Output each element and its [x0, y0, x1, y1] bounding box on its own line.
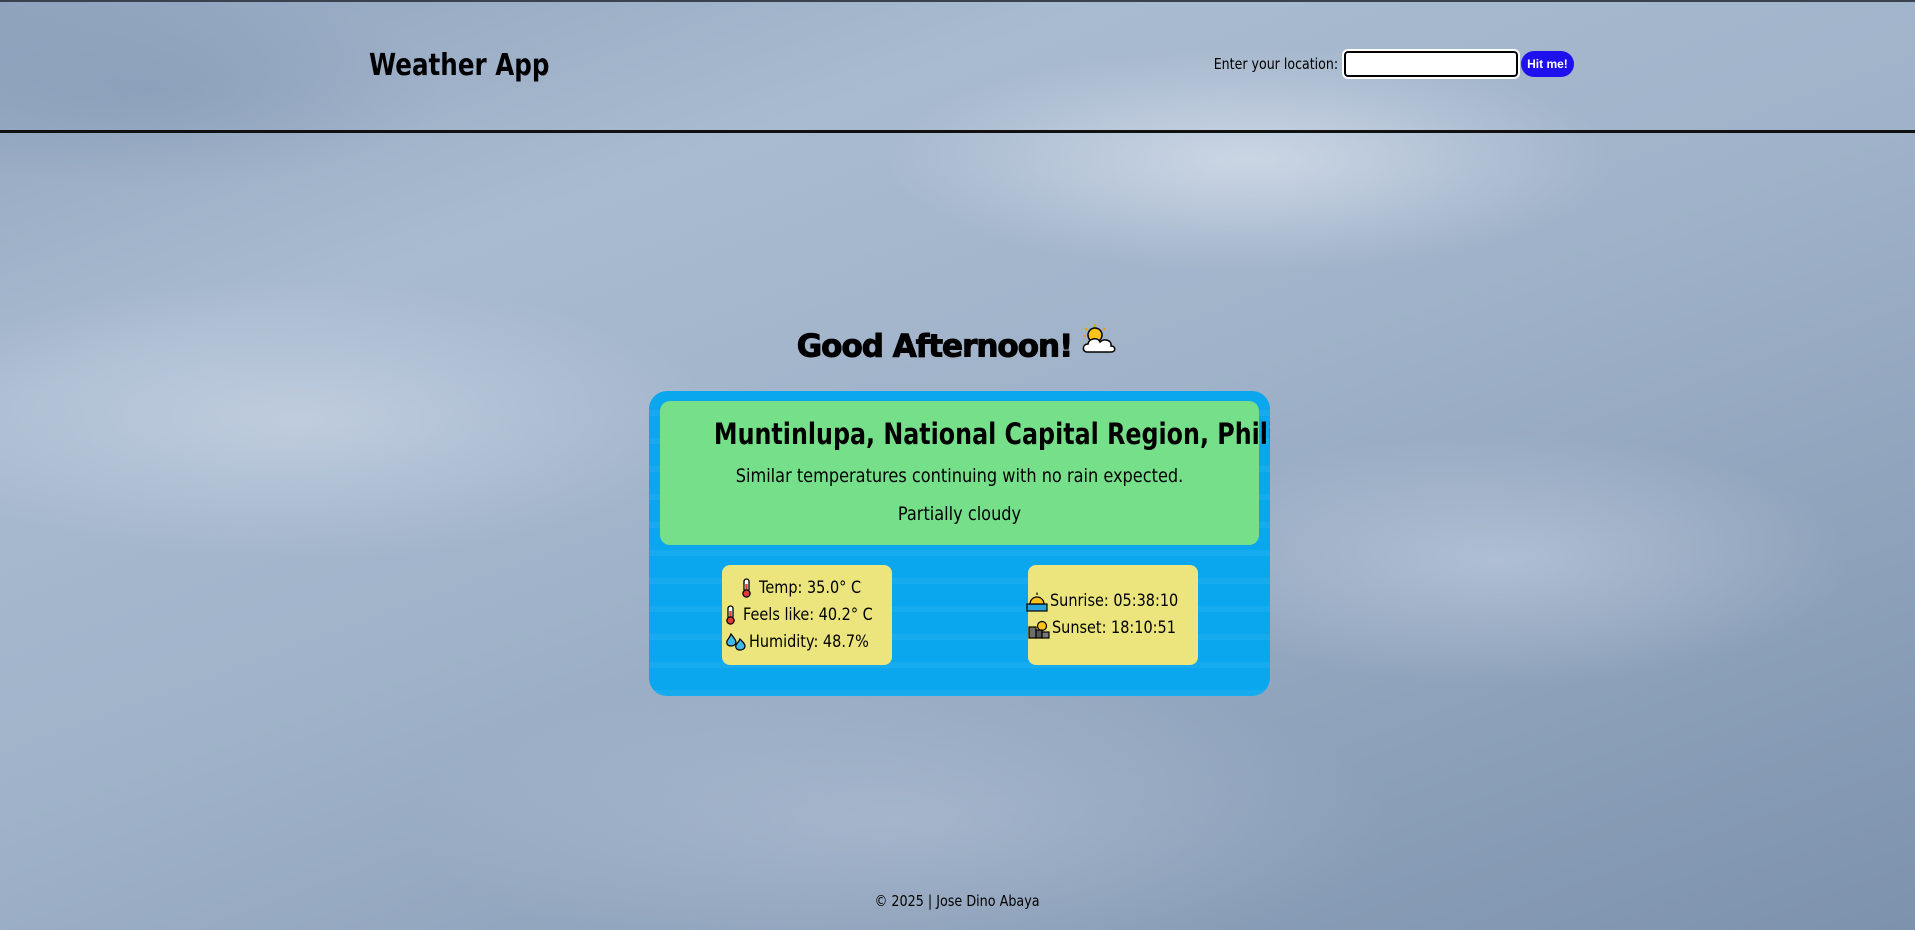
- feels-like-value: Feels like: 40.2° C: [742, 604, 873, 625]
- thermometer-icon: [719, 605, 741, 625]
- greeting-text: Good Afternoon!: [796, 328, 1074, 365]
- conditions-panel: Temp: 35.0° C Feels like: 40.2° C Humidi…: [722, 565, 892, 665]
- sunrise-row: Sunrise: 05:38:10: [1025, 588, 1201, 615]
- weather-card: Muntinlupa, National Capital Region, Phi…: [649, 391, 1270, 696]
- location-name: Muntinlupa, National Capital Region, Phi…: [713, 417, 1270, 451]
- greeting: Good Afternoon!: [0, 324, 1915, 368]
- sun-times-panel: Sunrise: 05:38:10 Sunset: 18:10:51: [1025, 565, 1201, 665]
- sunset-row: Sunset: 18:10:51: [1028, 615, 1198, 642]
- hit-me-button[interactable]: Hit me!: [1521, 51, 1574, 77]
- humidity-row: Humidity: 48.7%: [725, 629, 890, 656]
- sun-behind-cloud-icon: [1080, 324, 1118, 364]
- thermometer-icon: [735, 578, 757, 598]
- humidity-value: Humidity: 48.7%: [748, 631, 869, 652]
- location-search: Enter your location: Hit me!: [1190, 49, 1574, 79]
- sunrise-value: Sunrise: 05:38:10: [1049, 591, 1178, 611]
- sunset-value: Sunset: 18:10:51: [1052, 618, 1177, 638]
- temp-value: Temp: 35.0° C: [758, 577, 862, 598]
- location-label: Enter your location:: [1213, 55, 1339, 73]
- temp-row: Temp: 35.0° C: [735, 575, 879, 602]
- footer: © 2025 | Jose Dino Abaya: [0, 892, 1915, 910]
- app-title: Weather App: [369, 48, 550, 83]
- app-header: Weather App Enter your location: Hit me!: [0, 2, 1915, 133]
- sunrise-icon: [1025, 592, 1048, 612]
- condition-text: Partially cloudy: [897, 503, 1022, 525]
- location-panel: Muntinlupa, National Capital Region, Phi…: [660, 401, 1270, 545]
- feels-like-row: Feels like: 40.2° C: [719, 602, 896, 629]
- sunset-city-icon: [1028, 619, 1050, 639]
- location-input[interactable]: [1342, 49, 1521, 79]
- copyright-text: © 2025 | Jose Dino Abaya: [874, 892, 1041, 910]
- forecast-text: Similar temperatures continuing with no …: [735, 465, 1184, 487]
- droplets-icon: [725, 632, 747, 652]
